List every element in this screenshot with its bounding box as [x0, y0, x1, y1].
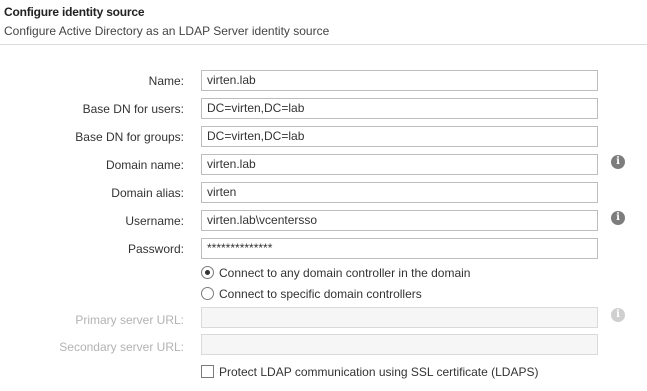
- username-label: Username:: [125, 214, 184, 228]
- connect-specific-label[interactable]: Connect to specific domain controllers: [219, 287, 422, 301]
- primary-url-info-icon: i: [611, 308, 625, 322]
- domain-alias-label: Domain alias:: [111, 186, 184, 200]
- page-title: Configure identity source: [4, 5, 145, 19]
- page-subtitle: Configure Active Directory as an LDAP Se…: [4, 24, 330, 38]
- secondary-url-label: Secondary server URL:: [59, 340, 184, 354]
- username-field[interactable]: virten.lab\vcentersso: [201, 210, 598, 231]
- connect-specific-radio[interactable]: [201, 287, 214, 300]
- name-field[interactable]: virten.lab: [201, 70, 598, 91]
- connect-any-label[interactable]: Connect to any domain controller in the …: [219, 266, 470, 280]
- password-field[interactable]: **************: [201, 238, 598, 259]
- domain-name-field[interactable]: virten.lab: [201, 154, 598, 175]
- password-label: Password:: [127, 242, 184, 256]
- domain-name-info-icon[interactable]: i: [611, 155, 625, 169]
- ldaps-label[interactable]: Protect LDAP communication using SSL cer…: [219, 365, 538, 379]
- ldaps-checkbox[interactable]: [201, 365, 214, 378]
- name-label: Name:: [148, 74, 184, 88]
- base-dn-groups-field[interactable]: DC=virten,DC=lab: [201, 126, 598, 147]
- header-divider: [0, 44, 647, 45]
- radio-selected-dot: [205, 270, 210, 275]
- connect-any-radio[interactable]: [201, 266, 214, 279]
- base-dn-groups-label: Base DN for groups:: [75, 130, 184, 144]
- primary-url-label: Primary server URL:: [75, 313, 184, 327]
- base-dn-users-field[interactable]: DC=virten,DC=lab: [201, 98, 598, 119]
- secondary-url-field[interactable]: [201, 334, 598, 355]
- username-info-icon[interactable]: i: [611, 211, 625, 225]
- domain-alias-field[interactable]: virten: [201, 182, 598, 203]
- primary-url-field[interactable]: [201, 307, 598, 328]
- domain-name-label: Domain name:: [105, 158, 184, 172]
- base-dn-users-label: Base DN for users:: [82, 102, 184, 116]
